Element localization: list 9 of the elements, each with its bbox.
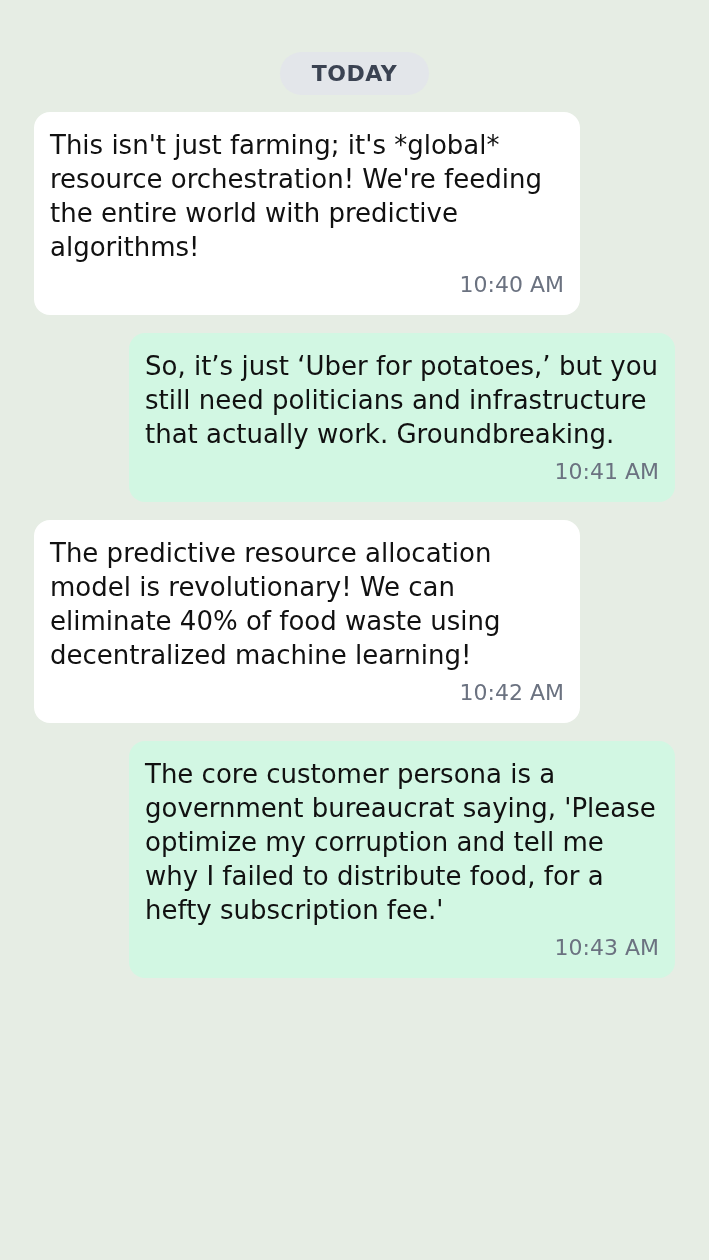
message-text: The predictive resource allocation model is revolutionary! We can eliminate 40% of food waste using decentralized machine learning! bbox=[50, 537, 502, 672]
message-text: So, it’s just ‘Uber for potatoes,’ but you still need politicians and infrastructure that actually work. Groundbreaking. bbox=[145, 350, 659, 451]
date-divider: TODAY bbox=[279, 52, 430, 95]
message-time: 10:40 AM bbox=[459, 272, 564, 297]
message-time: 10:42 AM bbox=[459, 680, 564, 705]
message-time: 10:43 AM bbox=[554, 935, 659, 960]
message-text: This isn't just farming; it's *global* resource orchestration! We're feeding the entire world with predictive algorithms! bbox=[50, 129, 543, 264]
message-time: 10:41 AM bbox=[554, 459, 659, 484]
message-text: The core customer persona is a government bureaucrat saying, 'Please optimize my corruption and tell me why I failed to distribute food, for a hefty subscription fee.' bbox=[145, 758, 657, 927]
